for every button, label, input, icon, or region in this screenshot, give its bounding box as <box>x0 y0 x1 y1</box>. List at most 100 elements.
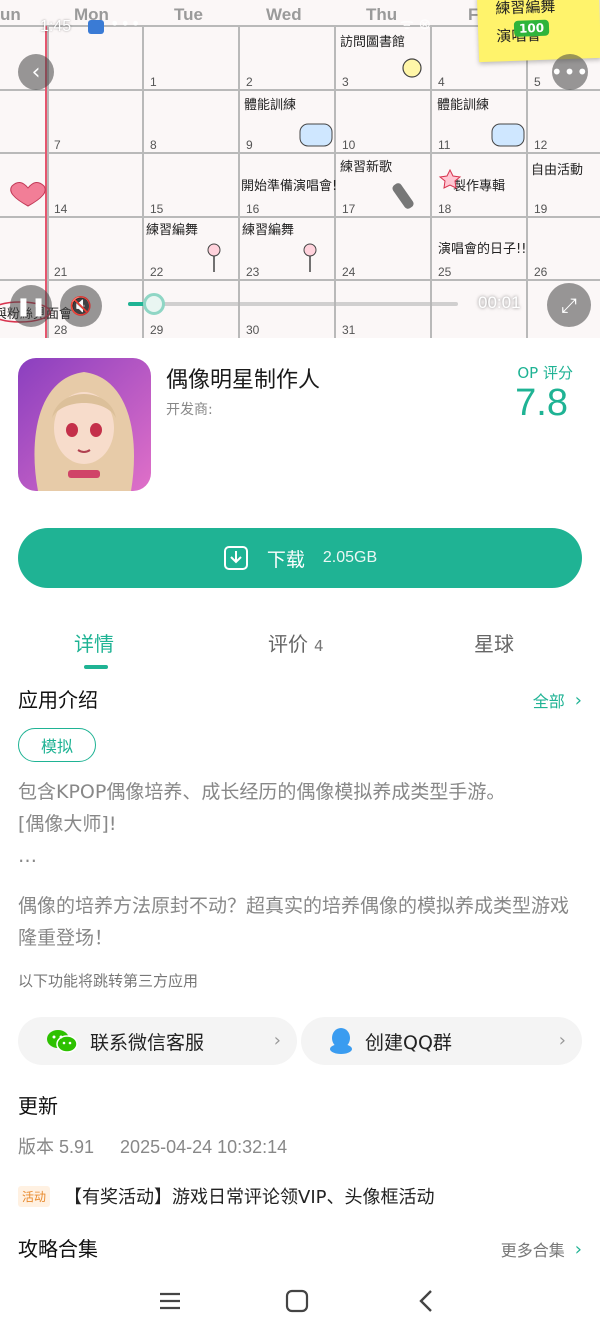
lightbulb-icon <box>402 58 422 78</box>
svg-text:17: 17 <box>342 202 356 216</box>
video-progress-bar[interactable] <box>128 293 458 315</box>
svg-text:22: 22 <box>150 265 164 279</box>
activity-text: 【有奖活动】游戏日常评论领VIP、头像框活动 <box>64 1187 435 1208</box>
event-training: 體能訓練 <box>244 97 296 113</box>
app-icon <box>18 358 151 491</box>
chevron-right-icon: › <box>273 1030 281 1051</box>
svg-text:4: 4 <box>438 75 445 89</box>
update-date: 2025-04-24 10:32:14 <box>120 1137 288 1157</box>
wechat-service-label: 联系微信客服 <box>90 1031 205 1054</box>
event-start-concert: 開始準備演唱會! <box>241 178 337 194</box>
dumbbell-icon <box>491 123 525 147</box>
sticky-line-1: 練習編舞 <box>495 0 556 18</box>
event-free-activity: 自由活動 <box>531 163 583 178</box>
qq-icon <box>330 1028 352 1054</box>
status-time: 1:45 <box>40 18 72 35</box>
qq-group-button[interactable]: 创建QQ群 › <box>301 1017 582 1065</box>
menu-icon[interactable] <box>153 1284 187 1318</box>
update-title: 更新 <box>18 1094 58 1118</box>
svg-text:21: 21 <box>54 265 68 279</box>
intro-line-2: [偶像大师]! <box>18 813 117 835</box>
intro-title: 应用介绍 <box>18 688 98 712</box>
guides-more-link[interactable]: 更多合集 › <box>501 1237 582 1261</box>
dancer-icon <box>303 243 317 257</box>
dumbbell-icon <box>299 123 333 147</box>
svg-text:8: 8 <box>150 138 157 152</box>
event-visit-library: 訪問圖書館 <box>340 34 405 50</box>
event-make-album: 製作專輯 <box>453 179 505 194</box>
svg-text:24: 24 <box>342 265 356 279</box>
svg-text:23: 23 <box>246 265 260 279</box>
download-size: 2.05GB <box>322 549 378 566</box>
pause-icon[interactable]: ❚❚ <box>10 285 52 327</box>
third-party-note: 以下功能将跳转第三方应用 <box>18 972 199 990</box>
svg-text:11: 11 <box>438 138 451 152</box>
developer-label: 开发商: <box>166 402 213 418</box>
tab-planet[interactable]: 星球 <box>474 628 514 657</box>
intro-all-link[interactable]: 全部 › <box>533 688 582 712</box>
intro-paragraph-2: 偶像的培养方法原封不动？超真实的培养偶像的模拟养成类型游戏隆重登场！ <box>18 895 570 949</box>
download-icon <box>223 546 248 570</box>
tab-reviews-label: 评价 <box>268 632 308 656</box>
dancer-icon <box>207 243 221 257</box>
svg-text:5: 5 <box>534 75 541 89</box>
tab-details-label: 详情 <box>74 632 114 656</box>
intro-paragraph-1: 包含KPOP偶像培养、成长经历的偶像模拟养成类型手游。 [偶像大师]! … <box>18 776 582 872</box>
svg-text:14: 14 <box>54 202 68 216</box>
event-training: 體能訓練 <box>437 97 489 113</box>
app-name: 偶像明星制作人 <box>166 368 321 393</box>
intro-line-1: 包含KPOP偶像培养、成长经历的偶像模拟养成类型手游。 <box>18 781 506 803</box>
category-tag[interactable]: 模拟 <box>18 728 97 762</box>
svg-text:29: 29 <box>150 323 164 337</box>
svg-text:10: 10 <box>342 138 356 152</box>
tab-details[interactable]: 详情 <box>74 628 114 657</box>
chevron-right-icon: › <box>558 1030 566 1051</box>
chevron-right-icon: › <box>574 689 582 711</box>
wechat-service-button[interactable]: 联系微信客服 › <box>18 1017 297 1065</box>
video-player[interactable]: un Mon Tue Wed Thu F 1 2 3 4 5 7 8 9 10 … <box>0 0 600 338</box>
activity-banner[interactable]: 活动 【有奖活动】游戏日常评论领VIP、头像框活动 <box>18 1183 435 1209</box>
score-label: OP 评分 <box>517 364 573 382</box>
intro-all-label: 全部 <box>532 692 565 711</box>
version-info: 版本 5.91 2025-04-24 10:32:14 <box>18 1133 287 1159</box>
more-icon[interactable]: ••• <box>551 54 588 90</box>
tab-planet-label: 星球 <box>474 632 514 656</box>
status-dots: ••• <box>110 14 142 33</box>
signal-icon: ᯤ ⊗ <box>400 15 432 33</box>
download-label: 下载 <box>266 548 305 571</box>
message-icon <box>88 20 104 34</box>
svg-text:7: 7 <box>54 138 61 152</box>
download-button[interactable]: 下载 2.05GB <box>18 528 582 588</box>
wechat-icon <box>47 1030 78 1053</box>
guides-title: 攻略合集 <box>18 1237 98 1261</box>
mute-icon[interactable]: 🔇 <box>60 285 102 327</box>
tab-reviews[interactable]: 评价 4 <box>268 628 324 657</box>
back-icon[interactable]: ‹ <box>18 54 54 90</box>
svg-text:16: 16 <box>246 202 260 216</box>
tab-reviews-count: 4 <box>314 637 324 655</box>
event-concert-day: 演唱會的日子!! <box>438 241 526 257</box>
day-header-thu: Thu <box>366 5 397 24</box>
score-value: 7.8 <box>515 382 568 424</box>
svg-text:25: 25 <box>438 265 452 279</box>
back-nav-icon[interactable] <box>409 1284 443 1318</box>
svg-text:19: 19 <box>534 202 548 216</box>
fullscreen-icon[interactable]: ⤢ <box>547 283 591 327</box>
day-header-tue: Tue <box>174 5 203 24</box>
svg-text:28: 28 <box>54 323 68 337</box>
sticky-note: 練習編舞 演唱會 100 <box>476 0 600 63</box>
event-practice-dance: 練習編舞 <box>146 222 198 238</box>
qq-group-label: 创建QQ群 <box>365 1031 452 1054</box>
svg-text:2: 2 <box>246 75 253 89</box>
svg-text:3: 3 <box>342 75 349 89</box>
svg-text:1: 1 <box>150 75 157 89</box>
day-header-wed: Wed <box>266 5 302 24</box>
event-practice-dance: 練習編舞 <box>242 222 294 238</box>
home-icon[interactable] <box>280 1284 314 1318</box>
system-nav-bar <box>0 1270 600 1333</box>
svg-text:30: 30 <box>246 323 260 337</box>
sticky-badge: 100 <box>513 19 550 37</box>
tab-active-indicator <box>84 665 108 669</box>
chevron-right-icon: › <box>574 1238 582 1260</box>
day-header-sun: un <box>0 5 21 24</box>
